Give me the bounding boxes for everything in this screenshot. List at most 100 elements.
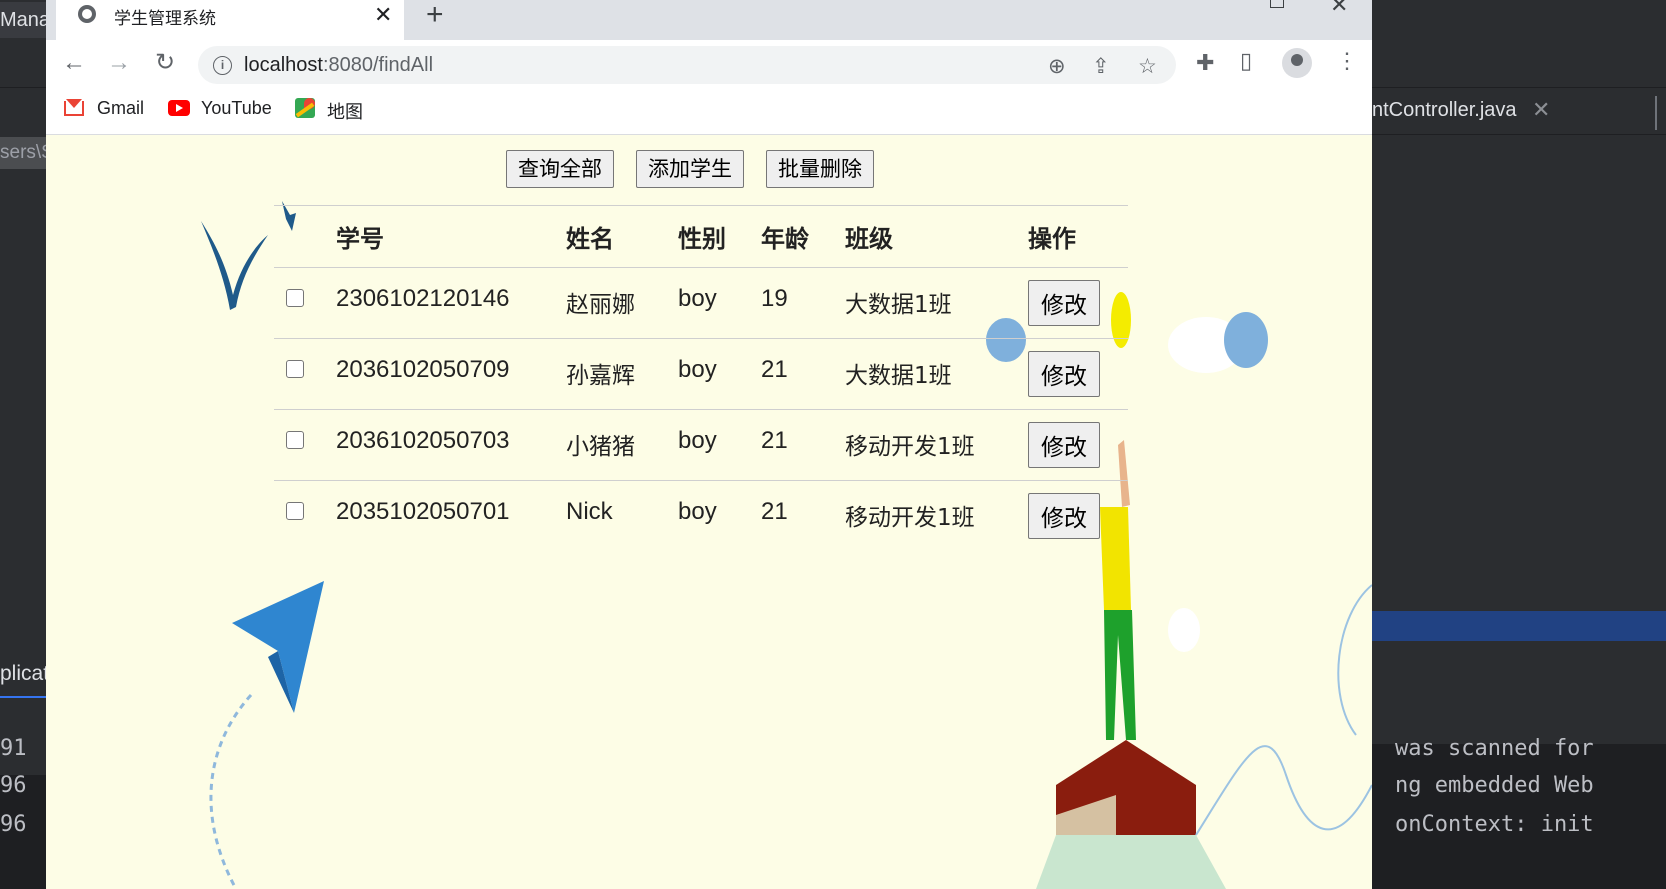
cell-gender: boy [678,498,717,525]
browser-tab[interactable]: 学生管理系统 ✕ [56,0,404,40]
url-path: :8080/findAll [322,54,434,76]
cell-name: 小猪猪 [566,434,635,460]
globe-icon [78,5,96,23]
tab-title: 学生管理系统 [114,9,216,28]
cell-class: 移动开发1班 [845,434,975,460]
header-class: 班级 [845,225,893,253]
browser-toolbar: ← → ↻ i localhost:8080/findAll ⊕ ⇪ ☆ ✚ ▯… [46,40,1372,86]
paper-plane-shape [232,581,324,713]
header-select [274,206,336,268]
cell-gender: boy [678,285,717,312]
cell-age: 21 [761,427,788,454]
table-row: 2036102050709 孙嘉辉 boy 21 大数据1班 修改 [274,339,1128,410]
row-checkbox[interactable] [286,360,304,378]
url-host: localhost [244,54,323,76]
profile-avatar[interactable] [1282,48,1312,78]
forward-icon[interactable]: → [104,48,134,78]
ide-path-fragment: sers\S [0,137,46,169]
zoom-icon[interactable]: ⊕ [1048,54,1066,79]
close-icon[interactable]: ✕ [1532,88,1550,132]
extensions-icon[interactable]: ✚ [1196,50,1214,76]
row-checkbox[interactable] [286,289,304,307]
cell-student-id: 2036102050709 [336,356,510,383]
console-line: ng embedded Web [1395,773,1594,798]
side-panel-icon[interactable]: ▯ [1240,48,1252,74]
table-row: 2036102050703 小猪猪 boy 21 移动开发1班 修改 [274,410,1128,481]
cell-name: 孙嘉辉 [566,363,635,389]
edit-button[interactable]: 修改 [1028,280,1100,326]
cell-student-id: 2306102120146 [336,285,510,312]
console-line: was scanned for [1395,736,1594,761]
table-header-row: 学号 姓名 性别 年龄 班级 操作 [274,205,1128,268]
window-close-icon[interactable]: ✕ [1330,0,1348,18]
cell-class: 移动开发1班 [845,505,975,531]
student-table: 学号 姓名 性别 年龄 班级 操作 2306102120146 赵丽娜 boy … [274,205,1128,552]
add-student-button[interactable]: 添加学生 [636,150,744,188]
youtube-icon[interactable] [168,100,190,116]
table-row: 2035102050701 Nick boy 21 移动开发1班 修改 [274,481,1128,552]
book-stack [1036,835,1226,889]
string-curve [1337,584,1372,736]
url-text: localhost:8080/findAll [244,54,433,77]
query-all-button[interactable]: 查询全部 [506,150,614,188]
header-action: 操作 [1028,225,1076,253]
person-pants [1104,610,1136,740]
ide-editor-tabs: ntController.java ✕ [1372,88,1666,135]
table-row: 2306102120146 赵丽娜 boy 19 大数据1班 修改 [274,268,1128,339]
address-bar[interactable]: i localhost:8080/findAll ⊕ ⇪ ☆ [198,46,1176,84]
cell-class: 大数据1班 [845,363,952,389]
cell-gender: boy [678,356,717,383]
cell-age: 19 [761,285,788,312]
edit-button[interactable]: 修改 [1028,493,1100,539]
cell-name: Nick [566,498,613,525]
edit-button[interactable]: 修改 [1028,351,1100,397]
console-line: onContext: init [1395,812,1594,837]
reload-icon[interactable]: ↻ [150,48,180,78]
cell-name: 赵丽娜 [566,292,635,318]
console-line-number: 91 [0,736,27,761]
share-icon[interactable]: ⇪ [1092,54,1110,79]
ide-editor-tab-label: ntController.java [1372,99,1517,121]
string-curve [1195,745,1372,836]
cell-age: 21 [761,498,788,525]
new-tab-button[interactable]: + [426,0,444,32]
cell-student-id: 2035102050701 [336,498,510,525]
ide-selected-line [1372,611,1666,641]
header-name: 姓名 [566,225,614,253]
bookmark-youtube[interactable]: YouTube [201,98,272,119]
row-checkbox[interactable] [286,431,304,449]
bookmark-gmail[interactable]: Gmail [97,98,144,119]
ide-editor-tab[interactable]: ntController.java ✕ [1372,88,1554,132]
cell-age: 21 [761,356,788,383]
info-icon[interactable]: i [213,56,232,75]
console-line-number: 96 [0,812,27,837]
bird-shape [201,221,268,310]
header-age: 年龄 [761,225,809,253]
cell-class: 大数据1班 [845,292,952,318]
batch-delete-button[interactable]: 批量删除 [766,150,874,188]
gmail-icon[interactable] [64,99,84,116]
maps-icon[interactable] [295,98,315,118]
maximize-icon[interactable] [1270,0,1284,8]
cell-gender: boy [678,427,717,454]
cell-student-id: 2036102050703 [336,427,510,454]
ide-scroll-handle[interactable] [1655,96,1657,130]
page-content: 查询全部 添加学生 批量删除 学号 姓名 性别 年龄 班级 操作 2306102… [46,135,1372,889]
close-icon[interactable]: ✕ [374,0,392,30]
browser-window: 学生管理系统 ✕ + ✕ ← → ↻ i localhost:8080/find… [46,0,1372,889]
bookmark-maps[interactable]: 地图 [327,98,363,124]
menu-icon[interactable]: ⋮ [1336,48,1358,74]
console-line-number: 96 [0,773,27,798]
plane-trail [209,693,253,889]
row-checkbox[interactable] [286,502,304,520]
back-icon[interactable]: ← [59,48,89,78]
ide-project-tab[interactable]: Mana [0,2,46,38]
tab-strip: 学生管理系统 ✕ + ✕ [46,0,1372,40]
star-icon[interactable]: ☆ [1138,54,1157,79]
edit-button[interactable]: 修改 [1028,422,1100,468]
cloud-shape [1224,312,1268,368]
cloud-shape [1168,608,1200,652]
ide-run-tab[interactable]: plicat [0,652,46,698]
header-student-id: 学号 [336,225,384,253]
bookmarks-bar: Gmail YouTube 地图 [46,86,1372,135]
